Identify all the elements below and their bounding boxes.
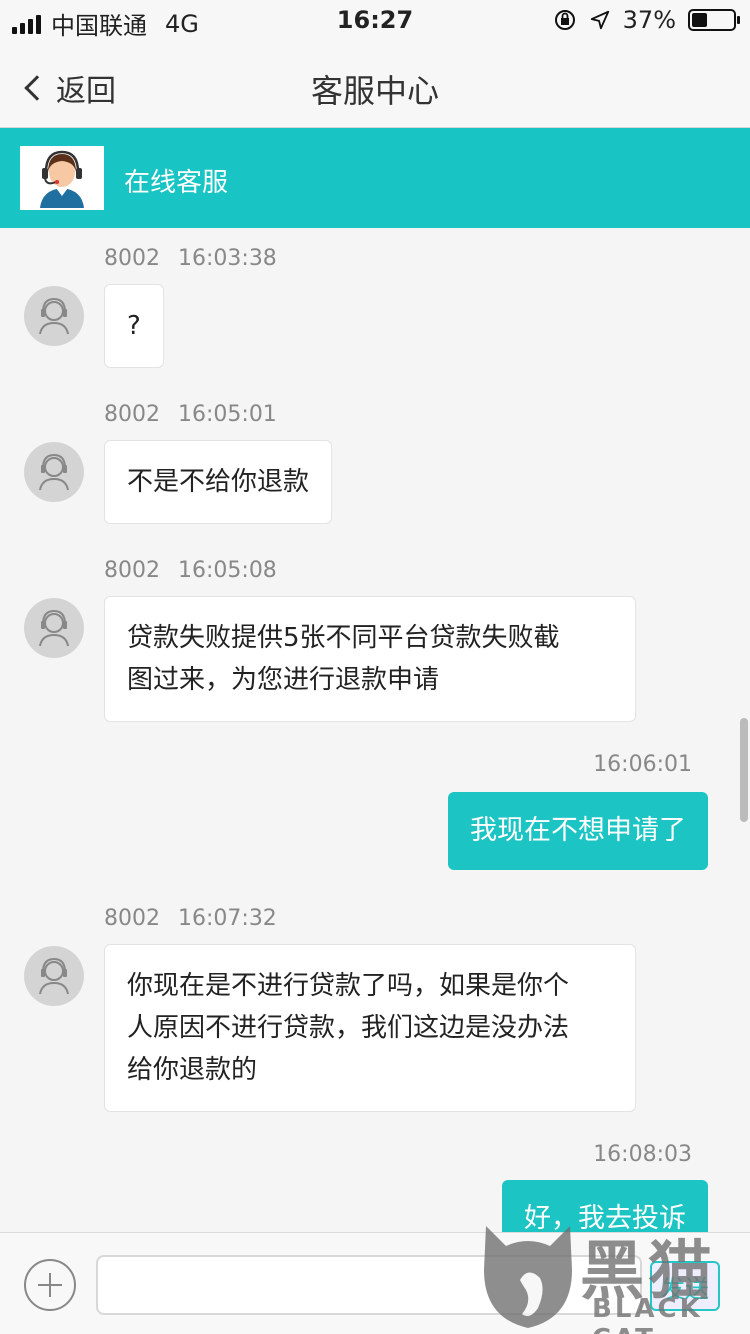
agent-avatar-small[interactable] <box>24 946 84 1006</box>
nav-bar: 返回 客服中心 <box>0 40 750 128</box>
message-bubble[interactable]: 你现在是不进行贷款了吗，如果是你个 人原因不进行贷款，我们这边是没办法 给你退款… <box>104 944 636 1112</box>
headset-user-icon <box>39 957 69 995</box>
status-bar: 中国联通 4G 16:27 37% <box>0 0 750 40</box>
location-arrow-icon <box>590 10 609 30</box>
add-attachment-button[interactable] <box>24 1259 76 1311</box>
message-time: 16:07:32 <box>178 906 277 931</box>
service-header[interactable]: 在线客服 <box>0 128 750 228</box>
agent-avatar-small[interactable] <box>24 286 84 346</box>
input-bar: 发送 <box>0 1232 750 1334</box>
agent-headset-icon <box>40 150 84 208</box>
agent-avatar <box>20 146 104 210</box>
message-time: 16:05:08 <box>178 558 277 583</box>
message-time: 16:03:38 <box>178 246 277 271</box>
sender-id: 8002 <box>104 402 160 427</box>
message-line: 人原因不进行贷款，我们这边是没办法 <box>127 1013 570 1043</box>
agent-avatar-small[interactable] <box>24 442 84 502</box>
message-bubble-outgoing[interactable]: 我现在不想申请了 <box>448 792 708 870</box>
sender-id: 8002 <box>104 558 160 583</box>
service-title: 在线客服 <box>124 168 229 198</box>
status-right: 37% <box>553 6 740 34</box>
message-input[interactable] <box>96 1255 642 1315</box>
rotation-lock-icon <box>554 10 575 30</box>
message-bubble[interactable]: 不是不给你退款 <box>104 440 333 524</box>
message-meta: 8002 16:07:32 <box>104 906 277 931</box>
message-line: 给你退款的 <box>127 1055 258 1085</box>
send-button[interactable]: 发送 <box>650 1261 720 1311</box>
message-meta: 8002 16:03:38 <box>104 246 277 271</box>
page-title: 客服中心 <box>310 72 439 110</box>
sender-id: 8002 <box>104 246 160 271</box>
battery-icon <box>688 9 740 31</box>
message-bubble[interactable]: 贷款失败提供5张不同平台贷款失败截 图过来，为您进行退款申请 <box>104 596 636 722</box>
chat-scrollbar[interactable] <box>740 718 748 822</box>
message-line: 贷款失败提供5张不同平台贷款失败截 <box>127 623 560 653</box>
message-time-outgoing: 16:06:01 <box>593 752 692 777</box>
sender-id: 8002 <box>104 906 160 931</box>
headset-user-icon <box>39 297 69 335</box>
battery-percent: 37% <box>622 6 676 34</box>
headset-user-icon <box>39 609 69 647</box>
message-bubble-outgoing[interactable]: 好，我去投诉 <box>502 1180 708 1232</box>
message-line: 你现在是不进行贷款了吗，如果是你个 <box>127 971 570 1001</box>
message-bubble[interactable]: ? <box>104 284 164 368</box>
message-time: 16:05:01 <box>178 402 277 427</box>
message-meta: 8002 16:05:08 <box>104 558 277 583</box>
message-meta: 8002 16:05:01 <box>104 402 277 427</box>
agent-avatar-small[interactable] <box>24 598 84 658</box>
message-line: 图过来，为您进行退款申请 <box>127 665 440 695</box>
chat-area[interactable]: 8002 16:03:38 ? 8002 16:05:01 不是不给你退款 8002… <box>0 228 750 1232</box>
headset-user-icon <box>39 453 69 491</box>
message-time-outgoing: 16:08:03 <box>593 1142 692 1167</box>
